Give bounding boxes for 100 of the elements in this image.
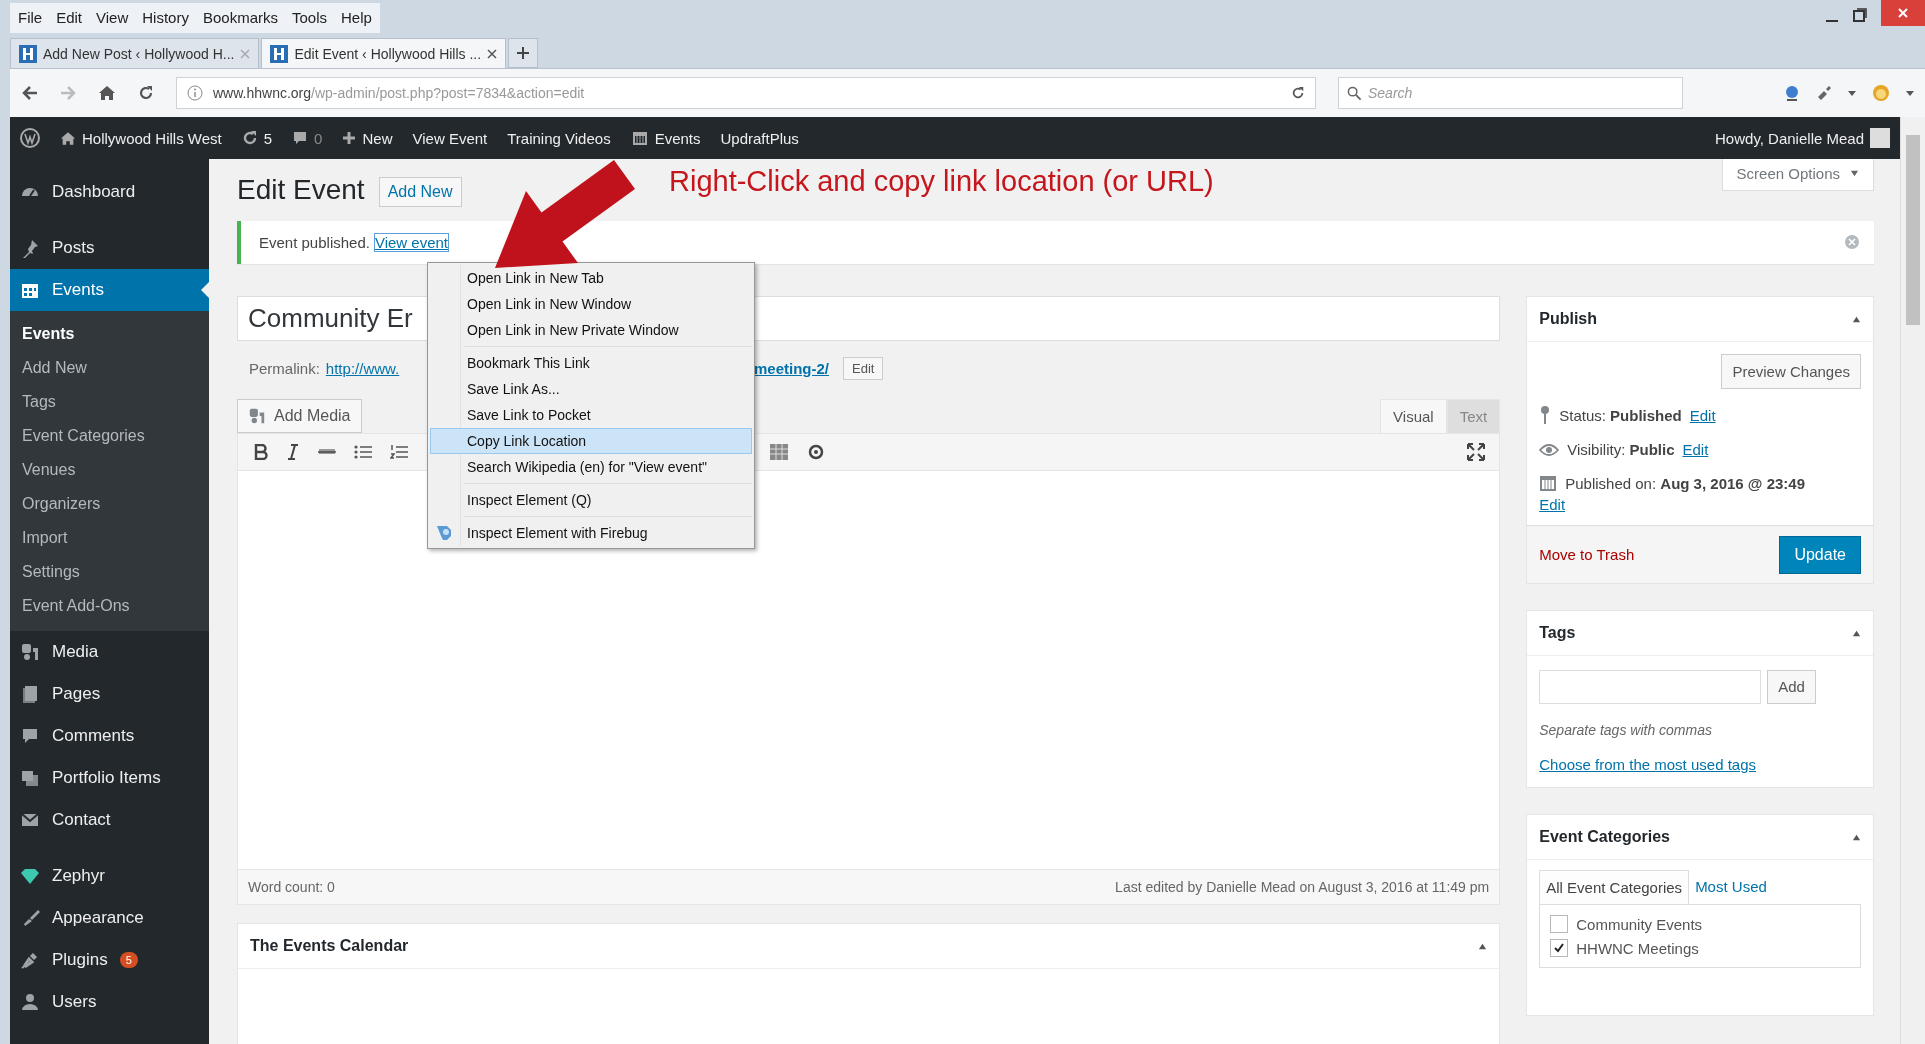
menu-item[interactable]: Save Link As... (430, 376, 752, 402)
sidebar-item[interactable]: Events (10, 269, 209, 311)
reload-icon[interactable] (138, 85, 154, 101)
address-bar[interactable]: www.hhwnc.org/wp-admin/post.php?post=7834&action=edit (176, 77, 1316, 109)
info-icon[interactable] (187, 85, 203, 101)
home-icon[interactable] (60, 130, 76, 146)
admin-bar-link[interactable]: View Event (412, 129, 488, 147)
preview-changes-button[interactable]: Preview Changes (1721, 354, 1861, 389)
menu-item[interactable]: Copy Link Location (430, 428, 752, 454)
permalink-link[interactable]: http://www. (325, 359, 400, 377)
submenu-item[interactable]: Organizers (10, 487, 209, 521)
speech-bubble-icon[interactable] (292, 130, 309, 146)
move-to-trash-link[interactable]: Move to Trash (1539, 546, 1635, 563)
back-icon[interactable] (22, 85, 38, 101)
submenu-item[interactable]: Import (10, 521, 209, 555)
add-button[interactable]: Add (1767, 670, 1816, 704)
strikethrough-icon[interactable] (318, 447, 336, 457)
screen-options-button[interactable]: Screen Options (1721, 159, 1874, 191)
editor-tab[interactable]: Visual (1380, 399, 1447, 433)
collapse-icon[interactable] (1478, 941, 1488, 951)
refresh-icon[interactable] (241, 130, 258, 146)
sidebar-item[interactable]: Portfolio Items (10, 757, 209, 799)
sidebar-item[interactable]: Plugins 5 (10, 939, 209, 981)
tag-input[interactable] (1539, 670, 1762, 704)
edit-link[interactable]: Edit (1689, 406, 1716, 424)
sidebar-item[interactable]: Comments (10, 715, 209, 757)
submenu-item[interactable]: Settings (10, 555, 209, 589)
collapse-icon[interactable] (1852, 832, 1861, 842)
checkbox[interactable] (1550, 915, 1569, 933)
fullscreen-icon[interactable] (1467, 443, 1486, 461)
restore-icon[interactable] (1853, 8, 1867, 22)
events-link[interactable]: Events (630, 129, 701, 147)
new-tab-button[interactable] (508, 38, 539, 68)
close-button[interactable] (1881, 0, 1925, 26)
category-tab[interactable]: Most Used (1689, 870, 1773, 904)
dropdown-icon[interactable] (1847, 88, 1857, 98)
admin-bar-link[interactable]: Training Videos (507, 129, 611, 147)
italic-icon[interactable] (286, 444, 300, 460)
close-icon[interactable] (487, 48, 498, 59)
menu-item[interactable]: Save Link to Pocket (430, 402, 752, 428)
plus-icon[interactable] (342, 131, 357, 145)
add-media-button[interactable]: Add Media (237, 399, 362, 433)
scrollbar[interactable] (1900, 117, 1925, 1044)
sidebar-item[interactable]: Posts (10, 227, 209, 269)
submenu-item[interactable]: Venues (10, 453, 209, 487)
browser-tab[interactable]: Edit Event ‹ Hollywood Hills ... (261, 38, 507, 68)
new-link[interactable]: New (342, 129, 393, 147)
collapse-icon[interactable] (1852, 628, 1861, 638)
sidebar-item[interactable]: Appearance (10, 897, 209, 939)
menu-item[interactable]: Search Wikipedia (en) for "View event" (430, 454, 752, 480)
sidebar-item[interactable]: Zephyr (10, 855, 209, 897)
menu-item[interactable]: Bookmarks (202, 9, 278, 26)
submenu-item[interactable]: Events (10, 317, 209, 351)
dropdown-icon[interactable] (1905, 88, 1915, 98)
sidebar-item[interactable]: Media (10, 631, 209, 673)
home-icon[interactable] (98, 85, 116, 101)
menu-item[interactable]: View (96, 9, 129, 26)
submenu-item[interactable]: Event Categories (10, 419, 209, 453)
menu-item[interactable]: Open Link in New Private Window (430, 317, 752, 343)
caret-icon[interactable] (1850, 169, 1859, 178)
menu-item[interactable]: Help (341, 9, 372, 26)
menu-item[interactable]: Edit (56, 9, 83, 26)
menu-item[interactable]: File (18, 9, 43, 26)
sidebar-item[interactable]: Dashboard (10, 171, 209, 213)
view-event-link[interactable]: View event (373, 233, 450, 252)
sidebar-item[interactable]: Users (10, 981, 209, 1023)
edit-link[interactable]: Edit (1539, 496, 1566, 513)
media-icon[interactable] (248, 407, 266, 425)
account-link[interactable]: Howdy, Danielle Mead (1715, 128, 1890, 148)
comments-link[interactable]: 0 (292, 129, 323, 147)
bullet-list-icon[interactable] (354, 444, 372, 460)
admin-bar-link[interactable]: UpdraftPlus (720, 129, 799, 147)
updates-link[interactable]: 5 (241, 129, 273, 147)
menu-item[interactable]: Open Link in New Tab (430, 265, 752, 291)
browser-tab[interactable]: Add New Post ‹ Hollywood H... (10, 38, 260, 68)
submenu-item[interactable]: Tags (10, 385, 209, 419)
plus-icon[interactable] (516, 46, 531, 60)
menu-item[interactable]: Inspect Element (Q) (430, 487, 752, 513)
collapse-icon[interactable] (1852, 314, 1861, 324)
calendar-icon[interactable] (630, 129, 649, 147)
bold-icon[interactable] (254, 444, 268, 460)
menu-item[interactable]: Bookmark This Link (430, 350, 752, 376)
add-new-button[interactable]: Add New (378, 177, 462, 207)
menu-item[interactable]: History (142, 9, 189, 26)
submenu-item[interactable]: Add New (10, 351, 209, 385)
most-used-tags-link[interactable]: Choose from the most used tags (1539, 756, 1756, 773)
edit-button[interactable]: Edit (843, 356, 884, 380)
edit-link[interactable]: Edit (1682, 441, 1709, 458)
numbered-list-icon[interactable] (390, 444, 408, 460)
update-button[interactable]: Update (1779, 535, 1861, 574)
sidebar-item[interactable]: Contact (10, 799, 209, 841)
submenu-item[interactable]: Event Add-Ons (10, 589, 209, 623)
category-tab[interactable]: All Event Categories (1539, 870, 1690, 904)
sidebar-item[interactable]: Pages (10, 673, 209, 715)
site-link[interactable]: Hollywood Hills West (60, 129, 222, 147)
keyboard-icon[interactable] (769, 443, 789, 461)
menu-item[interactable]: Tools (292, 9, 327, 26)
menu-item[interactable]: Inspect Element with Firebug (430, 520, 752, 546)
permalink-link[interactable]: meeting-2/ (754, 359, 829, 377)
wordpress-logo-icon[interactable] (20, 128, 40, 148)
